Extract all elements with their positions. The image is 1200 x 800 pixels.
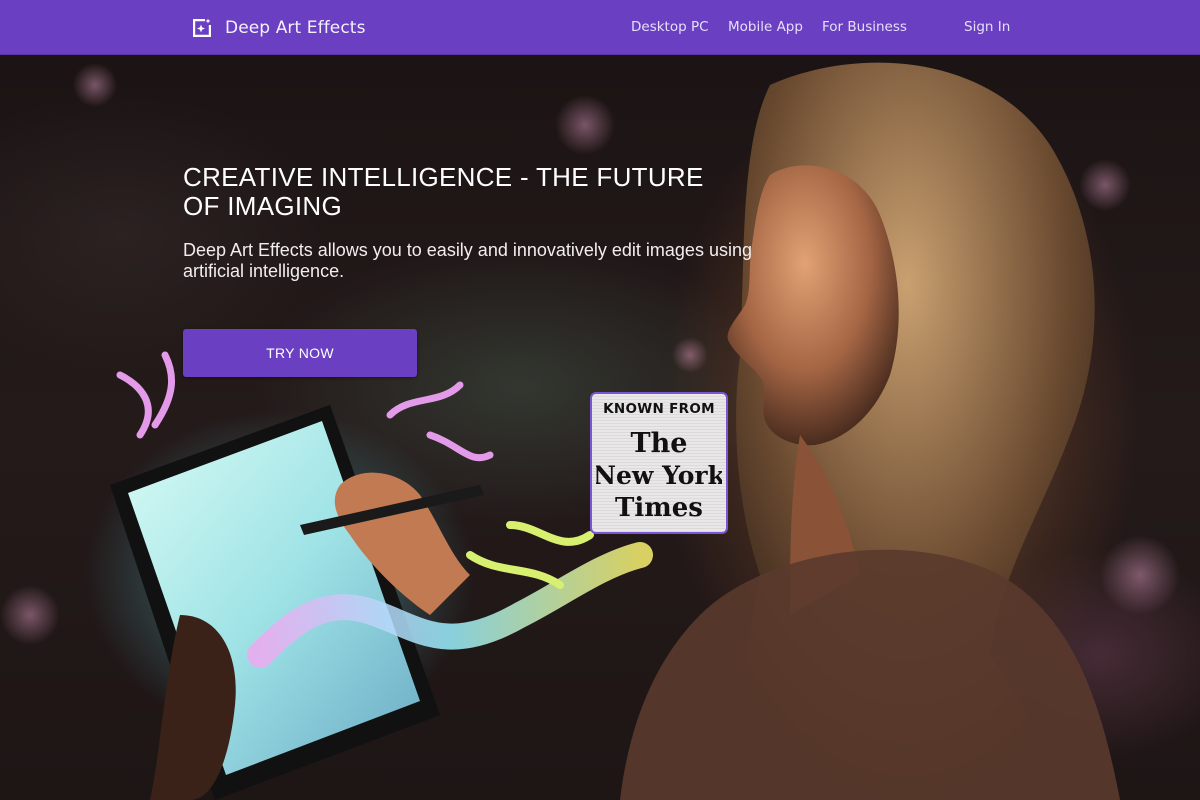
nyt-logo-line-1: The (631, 428, 688, 459)
nyt-logo-line-2: New York (596, 461, 722, 490)
sparkle-image-icon (193, 18, 211, 37)
hero-subtitle: Deep Art Effects allows you to easily an… (183, 240, 752, 281)
brand-name: Deep Art Effects (225, 18, 366, 38)
nav-link-mobile-app[interactable]: Mobile App (728, 19, 803, 35)
brand-logo-link[interactable]: Deep Art Effects (190, 14, 366, 42)
nav-link-desktop-pc[interactable]: Desktop PC (631, 19, 709, 35)
known-from-badge[interactable]: KNOWN FROM The New York Times (590, 392, 728, 534)
hero-section: CREATIVE INTELLIGENCE - THE FUTURE OF IM… (0, 55, 1200, 800)
nyt-logo-line-3: Times (615, 493, 703, 523)
known-from-label: KNOWN FROM (603, 401, 715, 417)
top-navbar: Deep Art Effects Desktop PC Mobile App F… (0, 0, 1200, 55)
sign-in-link[interactable]: Sign In (964, 19, 1010, 35)
hero-title: CREATIVE INTELLIGENCE - THE FUTURE OF IM… (183, 162, 704, 221)
nyt-logo: The New York Times (596, 428, 722, 523)
try-now-button[interactable]: TRY NOW (183, 329, 417, 377)
nav-link-for-business[interactable]: For Business (822, 19, 907, 35)
